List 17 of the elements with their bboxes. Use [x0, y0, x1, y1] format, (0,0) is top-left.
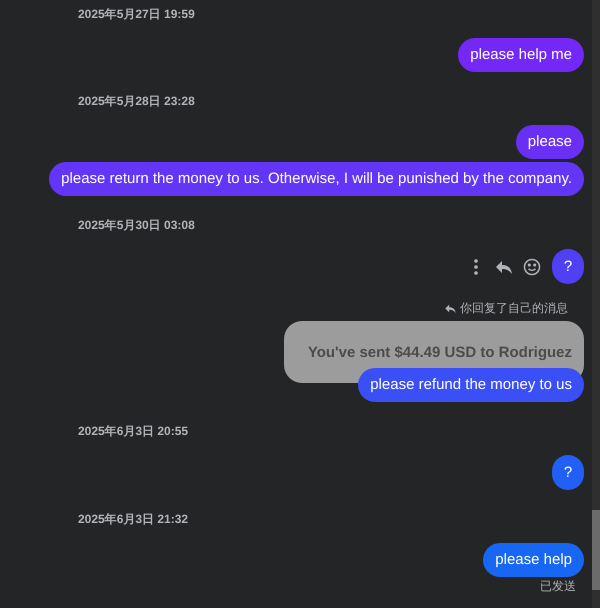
- timestamp: 2025年5月27日 19:59: [77, 6, 196, 22]
- reply-label: 你回复了自己的消息: [460, 301, 568, 315]
- message-bubble: please help: [483, 543, 584, 577]
- message-bubble: ?: [552, 249, 584, 284]
- message-bubble: please return the money to us. Otherwise, I will be punished by the company.: [49, 162, 584, 196]
- quoted-text: You've sent $44.49 USD to Rodriguez: [308, 344, 572, 361]
- message-bubble: ?: [552, 455, 584, 490]
- message-bubble: please help me: [458, 38, 584, 72]
- timestamp: 2025年5月28日 23:28: [77, 93, 196, 109]
- message-bubble: please refund the money to us: [358, 368, 584, 402]
- timestamp: 2025年6月3日 20:55: [77, 423, 190, 439]
- smiley-icon[interactable]: [522, 256, 542, 276]
- timestamp: 2025年6月3日 21:32: [77, 511, 190, 527]
- sent-status: 已发送: [540, 579, 576, 593]
- scrollbar-thumb[interactable]: [592, 510, 600, 590]
- timestamp: 2025年5月30日 03:08: [77, 217, 196, 233]
- message-bubble: please: [516, 125, 584, 159]
